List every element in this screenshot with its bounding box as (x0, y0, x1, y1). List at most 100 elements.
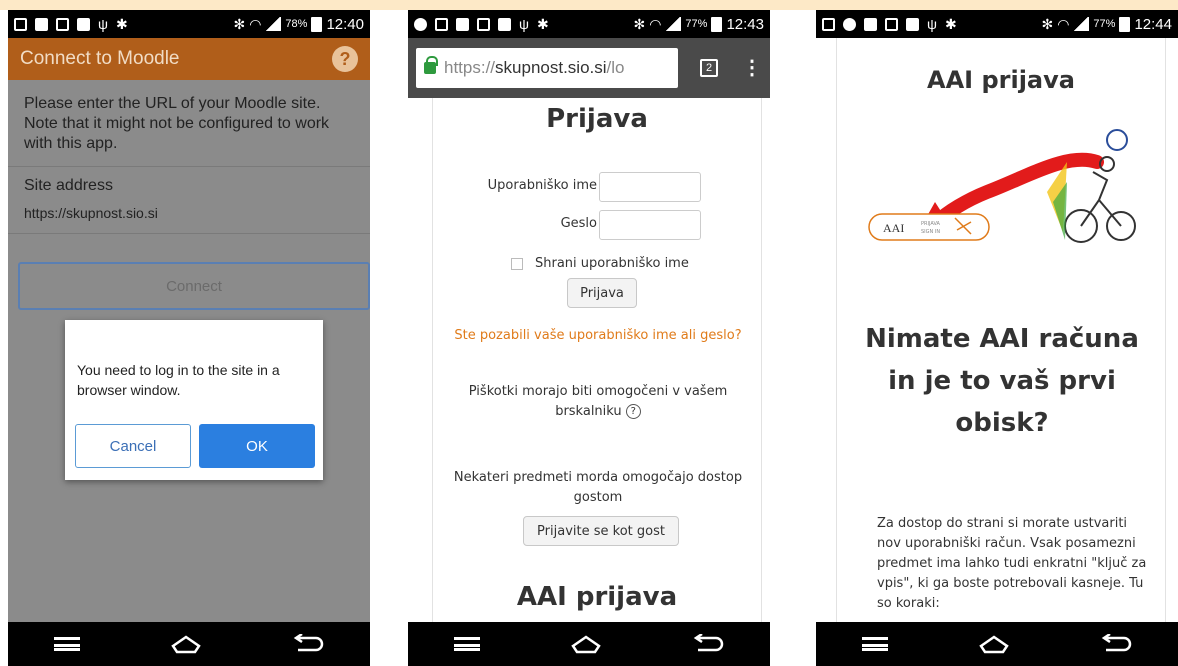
username-label: Uporabniško ime (487, 178, 597, 193)
connect-form: Please enter the URL of your Moodle site… (8, 80, 370, 622)
nav-bar (408, 622, 770, 666)
remember-label: Shrani uporabniško ime (535, 256, 689, 271)
cancel-button[interactable]: Cancel (75, 424, 191, 468)
sync-icon (843, 17, 856, 31)
usb-icon: ψ (98, 16, 108, 32)
remember-checkbox[interactable] (511, 257, 523, 270)
app-title: Connect to Moodle (20, 48, 180, 69)
home-icon[interactable] (979, 634, 1009, 654)
usb-icon: ψ (927, 16, 937, 32)
help-icon[interactable]: ? (625, 404, 641, 419)
wifi-icon: ◠ (649, 15, 662, 32)
message-icon (56, 17, 69, 31)
help-icon[interactable]: ? (332, 46, 358, 72)
battery-percent: 77% (1093, 18, 1116, 30)
aai-page: AAI prijava AAI PRIJAVA SIGN IN Nimate A… (836, 38, 1166, 622)
wifi-icon: ◠ (249, 15, 262, 32)
page-title: AAI prijava (927, 66, 1075, 94)
page-title: Prijava (546, 104, 648, 134)
subheading: Nimate AAI računa in je to vaš prvi obis… (865, 324, 1139, 438)
clock: 12:40 (326, 15, 364, 33)
clock: 12:43 (726, 15, 764, 33)
menu-icon[interactable] (53, 637, 80, 651)
password-label: Geslo (560, 216, 597, 231)
menu-icon[interactable] (861, 637, 888, 651)
battery-percent: 78% (285, 18, 308, 30)
home-icon[interactable] (171, 634, 201, 654)
login-button[interactable]: Prijava (567, 278, 637, 308)
site-address-input[interactable]: https://skupnost.sio.si (8, 195, 370, 221)
aai-badge-sub2: SIGN IN (921, 229, 940, 235)
sign-icon (1106, 129, 1128, 151)
battery-icon (1119, 16, 1131, 32)
aai-badge-logo: AAI (883, 221, 904, 235)
signal-icon (265, 17, 282, 31)
app-bar: Connect to Moodle ? (8, 38, 370, 80)
sim-icon (456, 17, 469, 31)
image-icon (435, 17, 448, 31)
intro-text: Please enter the URL of your Moodle site… (24, 95, 330, 152)
connect-button[interactable]: Connect (18, 262, 370, 310)
login-page: Prijava Uporabniško ime Geslo Shrani upo… (432, 98, 762, 622)
image-icon (822, 17, 835, 31)
back-icon[interactable] (692, 634, 724, 654)
divider (8, 233, 370, 234)
username-input[interactable] (599, 172, 701, 202)
tabs-icon[interactable]: 2 (700, 59, 718, 77)
sim-icon (864, 17, 877, 31)
battery-icon (311, 16, 323, 32)
instructions-paragraph: Za dostop do strani si morate ustvariti … (877, 516, 1147, 611)
remember-row: Shrani uporabniško ime (511, 256, 689, 271)
battery-icon (711, 16, 723, 32)
message-icon (477, 17, 490, 31)
battery-percent: 77% (685, 18, 708, 30)
menu-icon[interactable] (453, 637, 480, 651)
sync-icon (414, 17, 427, 31)
signal-icon (665, 17, 682, 31)
phone-screen-1: ψ ✱ ✻ ◠ 78% 12:40 Connect to Moodle ? Pl… (8, 10, 370, 666)
overflow-menu-icon[interactable]: ⋮ (742, 58, 762, 78)
site-address-label: Site address (24, 177, 113, 194)
forgot-password-link[interactable]: Ste pozabili vaše uporabniško ime ali ge… (453, 326, 743, 346)
download-icon (77, 17, 90, 31)
status-bar: ψ ✱ ✻ ◠ 77% 12:44 (816, 10, 1178, 38)
aai-heading: AAI prijava (516, 582, 678, 612)
ok-button[interactable]: OK (199, 424, 315, 468)
wifi-icon: ◠ (1057, 15, 1070, 32)
home-icon[interactable] (571, 634, 601, 654)
bug-icon: ✱ (944, 15, 957, 32)
aai-badge-sub1: PRIJAVA (921, 221, 941, 227)
url-host: skupnost.sio.si (495, 58, 607, 77)
sim-icon (35, 17, 48, 31)
top-strip (0, 0, 1178, 10)
aai-signin-illustration[interactable]: AAI PRIJAVA SIGN IN (867, 122, 1137, 252)
cookies-notice: Piškotki morajo biti omogočeni v vašem b… (453, 382, 743, 422)
phone-screen-3: ψ ✱ ✻ ◠ 77% 12:44 AAI prijava AAI PRIJAV… (816, 10, 1178, 666)
guest-login-button[interactable]: Prijavite se kot gost (523, 516, 679, 546)
clock: 12:44 (1134, 15, 1172, 33)
bluetooth-icon: ✻ (1041, 15, 1054, 32)
dialog-message: You need to log in to the site in a brow… (77, 362, 280, 398)
password-input[interactable] (599, 210, 701, 240)
usb-icon: ψ (519, 16, 529, 32)
bug-icon: ✱ (115, 15, 128, 32)
lock-icon (424, 56, 438, 74)
nav-bar (816, 622, 1178, 666)
signal-icon (1073, 17, 1090, 31)
guest-text: Nekateri predmeti morda omogočajo dostop… (453, 470, 743, 505)
url-field[interactable]: https://skupnost.sio.si/lo (416, 48, 678, 88)
bluetooth-icon: ✻ (233, 15, 246, 32)
download-icon (906, 17, 919, 31)
bluetooth-icon: ✻ (633, 15, 646, 32)
message-icon (885, 17, 898, 31)
cookies-text: Piškotki morajo biti omogočeni v vašem b… (468, 384, 728, 419)
cyclist-icon (1064, 156, 1136, 243)
back-icon[interactable] (1100, 634, 1132, 654)
login-dialog: You need to log in to the site in a brow… (65, 320, 323, 480)
url-scheme: https:// (444, 58, 496, 77)
phone-screen-2: ψ ✱ ✻ ◠ 77% 12:43 https://skupnost.sio.s… (408, 10, 770, 666)
status-bar: ψ ✱ ✻ ◠ 77% 12:43 (408, 10, 770, 38)
status-bar: ψ ✱ ✻ ◠ 78% 12:40 (8, 10, 370, 38)
bug-icon: ✱ (536, 15, 549, 32)
back-icon[interactable] (292, 634, 324, 654)
